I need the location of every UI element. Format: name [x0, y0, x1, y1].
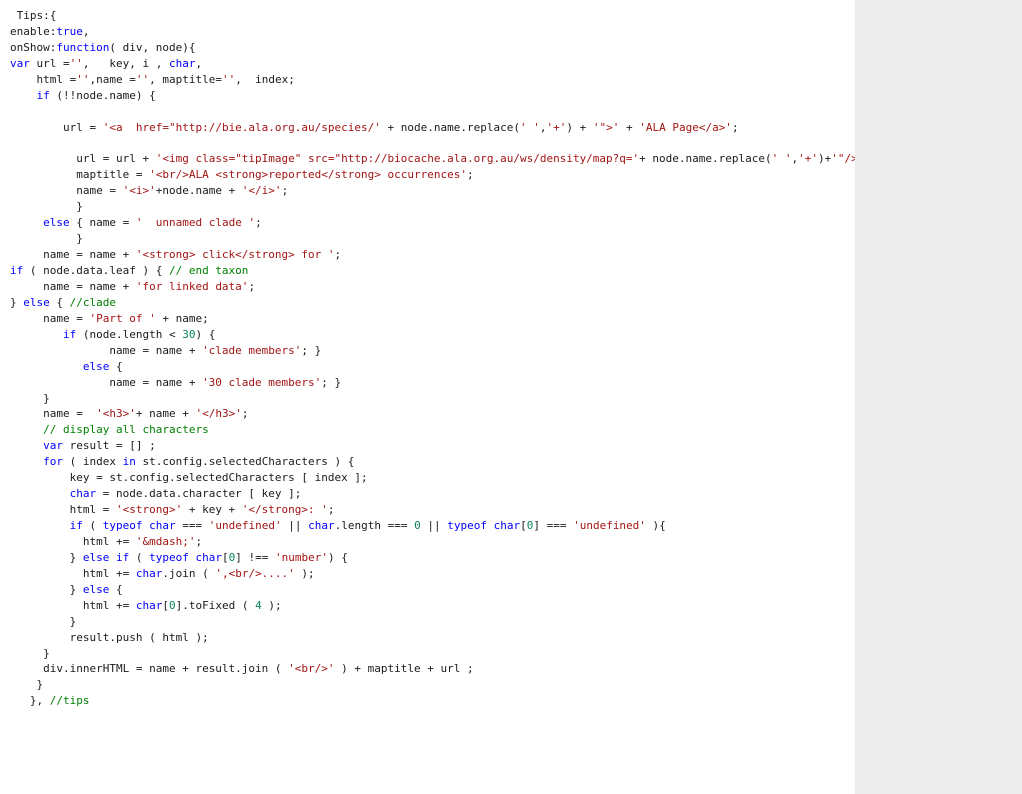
right-gutter — [855, 0, 1022, 794]
code-block: Tips:{ enable:true, onShow:function( div… — [10, 8, 845, 709]
code-panel: Tips:{ enable:true, onShow:function( div… — [0, 0, 855, 794]
